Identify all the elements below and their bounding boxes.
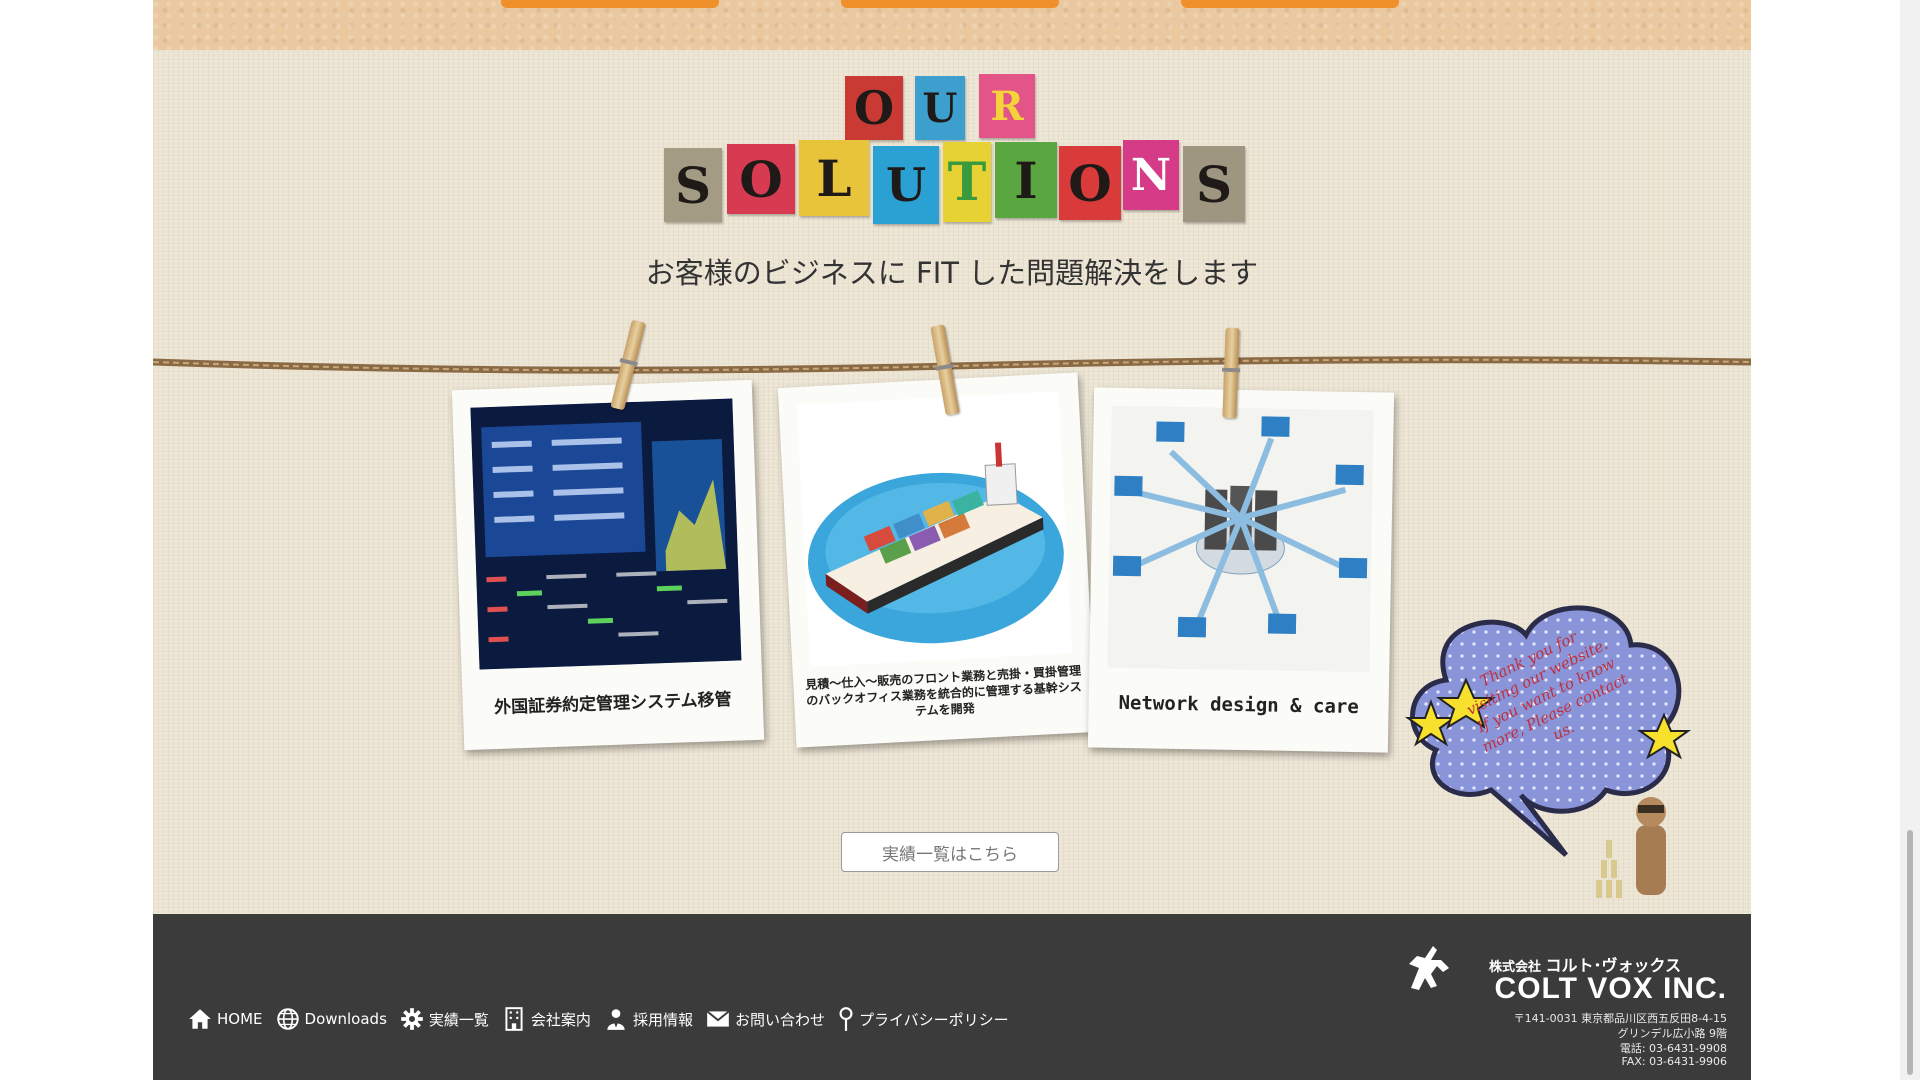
title-letter: O bbox=[727, 144, 795, 214]
phone-number: 電話: 03-6431-9908 bbox=[1619, 1042, 1727, 1055]
gear-icon bbox=[401, 1008, 423, 1030]
nav-label: 実績一覧 bbox=[428, 1010, 489, 1029]
nav-results[interactable]: 実績一覧 bbox=[399, 1006, 489, 1032]
scrollbar-thumb[interactable] bbox=[1907, 830, 1913, 1075]
title-letter: L bbox=[799, 140, 869, 216]
mail-icon bbox=[706, 1010, 730, 1027]
solution-card-network[interactable]: Network design & care bbox=[1087, 387, 1395, 753]
results-list-button[interactable]: 実績一覧はこちら bbox=[841, 832, 1059, 872]
title-letter: T bbox=[943, 142, 991, 222]
horse-logo-icon bbox=[1409, 946, 1449, 990]
tab-button-3[interactable] bbox=[1181, 0, 1399, 8]
securities-board-image bbox=[470, 398, 742, 670]
nav-label: お問い合わせ bbox=[734, 1010, 825, 1029]
company-name: COLT VOX INC. bbox=[1494, 972, 1727, 1005]
nav-label: HOME bbox=[217, 1010, 263, 1028]
address-line-1: 〒141-0031 東京都品川区西五反田8-4-15 bbox=[1513, 1012, 1727, 1025]
person-icon bbox=[607, 1009, 625, 1030]
building-icon bbox=[505, 1007, 523, 1031]
title-letter: O bbox=[1059, 146, 1121, 220]
footer-nav: HOME Downloads 実績一覧 会社案内 採用情報 お問い合わせ プライ… bbox=[187, 1006, 1009, 1032]
card-caption: 外国証券約定管理システム移管 bbox=[493, 689, 732, 719]
cargo-ship-image bbox=[796, 391, 1073, 667]
company-info[interactable]: 株式会社 コルト･ヴォックス COLT VOX INC. 〒141-0031 東… bbox=[1397, 938, 1727, 1078]
solution-card-logistics[interactable]: 見積～仕入～販売のフロント業務と売掛・買掛管理のバックオフィス業務を統合的に管理… bbox=[777, 372, 1097, 748]
title-letter: U bbox=[915, 76, 965, 140]
nav-contact[interactable]: お問い合わせ bbox=[705, 1006, 825, 1032]
title-letter: S bbox=[1183, 146, 1245, 222]
page: O U R S O L U T I O N S お客様のビジネスに FIT した… bbox=[153, 0, 1751, 1080]
contact-bubble[interactable]: Thank you for visiting our website. If y… bbox=[1396, 590, 1696, 910]
nav-downloads[interactable]: Downloads bbox=[275, 1006, 387, 1032]
nav-recruit[interactable]: 採用情報 bbox=[603, 1006, 693, 1032]
home-icon bbox=[189, 1009, 211, 1029]
title-letter: I bbox=[995, 142, 1057, 218]
tab-button-1[interactable] bbox=[501, 0, 719, 8]
pin-icon bbox=[839, 1007, 853, 1031]
scrollbar[interactable] bbox=[1900, 0, 1920, 1080]
title-letter: N bbox=[1123, 140, 1179, 210]
nav-label: 採用情報 bbox=[632, 1010, 693, 1029]
globe-icon bbox=[276, 1008, 299, 1030]
nav-privacy[interactable]: プライバシーポリシー bbox=[837, 1006, 1009, 1032]
title-letter: R bbox=[979, 74, 1035, 138]
nav-label: プライバシーポリシー bbox=[858, 1010, 1009, 1029]
address-line-2: グリンデル広小路 9階 bbox=[1617, 1027, 1728, 1040]
top-band bbox=[153, 0, 1751, 50]
card-caption: 見積～仕入～販売のフロント業務と売掛・買掛管理のバックオフィス業務を統合的に管理… bbox=[804, 663, 1083, 719]
nav-home[interactable]: HOME bbox=[187, 1006, 263, 1032]
solution-card-securities[interactable]: 外国証券約定管理システム移管 bbox=[451, 379, 765, 751]
nav-company[interactable]: 会社案内 bbox=[501, 1006, 591, 1032]
solutions-section: O U R S O L U T I O N S お客様のビジネスに FIT した… bbox=[153, 50, 1751, 914]
card-caption: Network design & care bbox=[1118, 691, 1359, 719]
network-diagram-image bbox=[1107, 405, 1374, 673]
nav-label: 会社案内 bbox=[530, 1010, 591, 1029]
title-letter: O bbox=[845, 76, 903, 140]
footer: HOME Downloads 実績一覧 会社案内 採用情報 お問い合わせ プライ… bbox=[153, 914, 1751, 1080]
tagline: お客様のビジネスに FIT した問題解決をします bbox=[645, 256, 1259, 290]
nav-label: Downloads bbox=[304, 1010, 387, 1028]
title-letter: S bbox=[664, 148, 722, 222]
fax-number: FAX: 03-6431-9906 bbox=[1621, 1055, 1727, 1068]
tab-button-2[interactable] bbox=[841, 0, 1059, 8]
title-letter: U bbox=[873, 146, 939, 224]
